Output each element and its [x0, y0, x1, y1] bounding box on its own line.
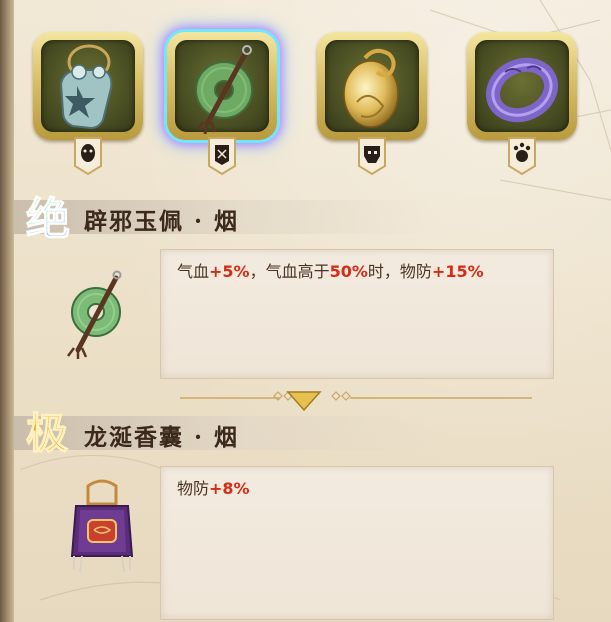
item-title: 龙涎香囊 · 烟: [84, 424, 240, 451]
item-description: 气血+5%，气血高于50%时，物防+15%: [177, 258, 537, 286]
chevron-down-icon: [286, 391, 322, 412]
section-divider: [180, 391, 532, 412]
claw-tag-icon: [508, 137, 536, 176]
equipment-slot-4[interactable]: [467, 32, 577, 184]
item-title: 辟邪玉佩 · 烟: [84, 208, 240, 235]
mask-tag-icon: [74, 137, 102, 176]
desc-value: 50%: [329, 262, 368, 281]
purple-ring-icon: [485, 57, 559, 123]
equipment-slot-3[interactable]: [317, 32, 427, 184]
item-description: 物防+8%: [177, 475, 537, 503]
svg-text:极: 极: [26, 409, 68, 456]
jade-amulet-charm-icon: [59, 44, 113, 130]
svg-text:绝: 绝: [26, 194, 70, 242]
jade-pendant-icon: [195, 45, 253, 135]
guard-tag-icon: [208, 137, 236, 176]
desc-value: +15%: [431, 262, 484, 281]
desc-text: ，气血高于: [249, 262, 330, 281]
desc-value: +5%: [209, 262, 250, 281]
equipment-slot-2[interactable]: [167, 32, 277, 184]
desc-text: 气血: [177, 262, 210, 281]
desc-text: 时，物防: [367, 262, 432, 281]
left-window-border: [0, 0, 14, 622]
item-header-1: 绝 辟邪玉佩 · 烟: [14, 193, 611, 242]
ji-rarity-badge-icon: 极: [25, 408, 68, 456]
item-description-panel-1: 气血+5%，气血高于50%时，物防+15%: [160, 249, 554, 379]
helmet-tag-icon: [358, 137, 386, 176]
golden-dragon-egg-icon: [343, 48, 399, 128]
desc-text: 物防: [177, 479, 210, 498]
equipment-detail-panel: 绝 辟邪玉佩 · 烟 气血+5%，气血高于50%时，物防+15% 极 龙涎香囊 …: [0, 0, 611, 622]
desc-value: +8%: [209, 479, 250, 498]
jue-rarity-badge-icon: 绝: [25, 193, 70, 242]
purple-sachet-icon: [70, 479, 134, 573]
item-header-2: 极 龙涎香囊 · 烟: [14, 408, 611, 456]
jade-pendant-icon: [67, 270, 122, 359]
item-description-panel-2: 物防+8%: [160, 466, 554, 620]
equipment-slot-1[interactable]: [33, 32, 143, 184]
